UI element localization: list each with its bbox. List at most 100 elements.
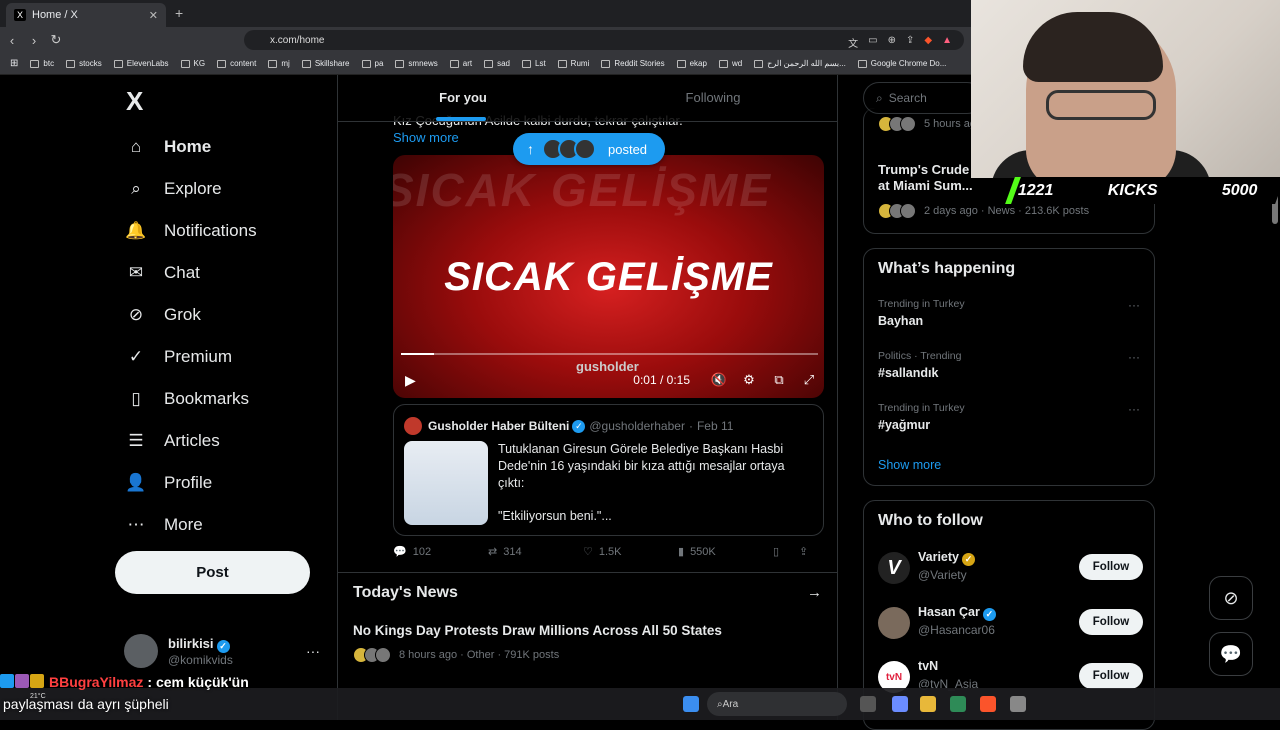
repost-icon: ⇄: [488, 546, 498, 558]
bookmark-ekap[interactable]: ekap: [676, 59, 707, 68]
video-player[interactable]: SICAK GELİŞME SICAK GELİŞME gusholder ▶ …: [393, 155, 824, 398]
tab-home-x[interactable]: X Home / X ✕: [6, 3, 166, 27]
pip-icon[interactable]: ⧉: [764, 372, 794, 388]
nav-articles[interactable]: ☰ Articles: [124, 420, 257, 462]
tab-following[interactable]: Following: [588, 75, 837, 121]
video-headline: SICAK GELİŞME: [444, 255, 773, 299]
settings-icon[interactable]: ⚙: [734, 372, 764, 388]
timeline: For you Following Kız Çocuğunun Acilde k…: [337, 75, 838, 720]
nav-home[interactable]: ⌂ Home: [124, 126, 257, 168]
nav-explore[interactable]: ⌕ Explore: [124, 168, 257, 210]
nav-notifications[interactable]: 🔔 Notifications: [124, 210, 256, 252]
news-headline[interactable]: No Kings Day Protests Draw Millions Acro…: [353, 623, 722, 638]
address-bar[interactable]: x.com/home 文 ▭ ⊕ ⇪ ◆ ▲: [244, 30, 964, 50]
taskbar-search[interactable]: ⌕ Ara: [707, 692, 847, 716]
nav-bookmarks[interactable]: ▯ Bookmarks: [124, 378, 257, 420]
bookmark-tweet-icon[interactable]: ▯: [773, 545, 799, 558]
avatar: [404, 417, 422, 435]
zoom-icon[interactable]: ⊕: [888, 35, 896, 50]
video-progress-fill: [401, 353, 435, 355]
bookmark-sad[interactable]: sad: [484, 59, 510, 68]
bookmark-mj[interactable]: mj: [268, 59, 290, 68]
account-more-icon[interactable]: ···: [306, 643, 320, 659]
x-logo-icon[interactable]: X: [126, 86, 143, 117]
new-posts-pill[interactable]: ↑ posted: [513, 133, 665, 165]
reload-icon[interactable]: ↻: [46, 32, 66, 48]
arrow-right-icon[interactable]: →: [807, 584, 822, 601]
trend-item[interactable]: Politics · Trending #sallandık ···: [878, 350, 1140, 380]
nav-profile[interactable]: 👤 Profile: [124, 462, 257, 504]
play-icon[interactable]: ▶: [405, 372, 416, 389]
copilot-icon[interactable]: [892, 696, 908, 712]
forward-icon[interactable]: ›: [24, 33, 44, 48]
account-switcher[interactable]: bilirkisi ✓ @komikvids ···: [124, 631, 324, 671]
follow-button[interactable]: Follow: [1079, 609, 1143, 635]
bookmark-kg[interactable]: KG: [180, 59, 205, 68]
quoted-tweet[interactable]: Gusholder Haber Bülteni ✓ @gusholderhabe…: [393, 404, 824, 536]
search-input[interactable]: ⌕ Search: [863, 82, 983, 114]
post-button[interactable]: Post: [115, 551, 310, 594]
follow-suggestion[interactable]: V Variety ✓ @Variety Follow: [878, 550, 1143, 590]
follow-suggestion[interactable]: Hasan Çar ✓ @Hasancar06 Follow: [878, 605, 1143, 645]
todays-news-title[interactable]: Today's News: [353, 584, 458, 602]
fullscreen-icon[interactable]: ⤢: [794, 372, 824, 388]
explorer-icon[interactable]: [920, 696, 936, 712]
nav-grok[interactable]: ⊘ Grok: [124, 294, 257, 336]
bookmark-smnews[interactable]: smnews: [395, 59, 438, 68]
show-more-link[interactable]: Show more: [878, 458, 941, 472]
repost-button[interactable]: ⇄ 314: [488, 545, 583, 559]
trend-item[interactable]: Trending in Turkey #yağmur ···: [878, 402, 1140, 432]
nav-more[interactable]: ⋯ More: [124, 504, 257, 546]
reply-button[interactable]: 💬 102: [393, 545, 488, 559]
bookmark-elevenlabs[interactable]: ElevenLabs: [113, 59, 169, 68]
trend-item[interactable]: Trending in Turkey Bayhan ···: [878, 298, 1140, 328]
bookmark-wd[interactable]: wd: [718, 59, 742, 68]
chat-message: : cem küçük'ün: [147, 674, 249, 690]
video-progress[interactable]: [401, 353, 818, 355]
task-view-icon[interactable]: [860, 696, 876, 712]
new-tab-button[interactable]: +: [175, 5, 183, 21]
windows-start-icon[interactable]: [683, 696, 699, 712]
follow-button[interactable]: Follow: [1079, 554, 1143, 580]
bookmark-pa[interactable]: pa: [361, 59, 383, 68]
views-button[interactable]: ▮ 550K: [678, 545, 773, 559]
grok-fab-icon[interactable]: ⊘: [1209, 576, 1253, 620]
nav-chat[interactable]: ✉ Chat: [124, 252, 257, 294]
bookmark-reddit-stories[interactable]: Reddit Stories: [601, 59, 665, 68]
bookmarks-bar: ⊞ btc stocks ElevenLabs KG content mj Sk…: [0, 53, 971, 75]
brave-shield-icon[interactable]: ◆: [924, 35, 932, 50]
share-icon[interactable]: ⇪: [906, 35, 914, 50]
more-icon[interactable]: ···: [1128, 298, 1140, 312]
show-more-link[interactable]: Show more: [393, 130, 459, 145]
avatar: [878, 607, 910, 639]
bookmark-skillshare[interactable]: Skillshare: [301, 59, 350, 68]
more-icon[interactable]: ···: [1128, 402, 1140, 416]
bookmark-lst[interactable]: Lst: [522, 59, 546, 68]
nav-premium[interactable]: ✓ Premium: [124, 336, 257, 378]
bookmark-btc[interactable]: btc: [30, 59, 54, 68]
cast-icon[interactable]: ▭: [868, 35, 877, 50]
quote-text: Tutuklanan Giresun Görele Belediye Başka…: [498, 442, 785, 490]
back-icon[interactable]: ‹: [2, 33, 22, 48]
more-icon[interactable]: ···: [1128, 350, 1140, 364]
app-icon[interactable]: [1010, 696, 1026, 712]
bookmark-content[interactable]: content: [217, 59, 256, 68]
translate-icon[interactable]: 文: [848, 35, 858, 50]
bookmark-stocks[interactable]: stocks: [66, 59, 102, 68]
close-tab-icon[interactable]: ✕: [149, 9, 158, 22]
share-tweet-icon[interactable]: ⇪: [799, 545, 808, 558]
bookmark-rumi[interactable]: Rumi: [557, 59, 589, 68]
like-button[interactable]: ♡ 1.5K: [583, 545, 678, 559]
chat-fab-icon[interactable]: 💬: [1209, 632, 1253, 676]
app-icon[interactable]: [950, 696, 966, 712]
mute-icon[interactable]: 🔇: [704, 372, 734, 388]
bookmark-arabic[interactable]: بسم الله الرحمن الرح...: [754, 59, 846, 68]
bookmark-art[interactable]: art: [449, 59, 472, 68]
brave-icon[interactable]: [980, 696, 996, 712]
tab-for-you[interactable]: For you: [338, 75, 588, 121]
follow-button[interactable]: Follow: [1079, 663, 1143, 689]
brave-rewards-icon[interactable]: ▲: [942, 35, 952, 50]
apps-icon[interactable]: ⊞: [10, 58, 18, 69]
bookmark-chrome[interactable]: Google Chrome Do...: [857, 59, 946, 68]
verified-badge-icon: ✓: [216, 639, 230, 653]
